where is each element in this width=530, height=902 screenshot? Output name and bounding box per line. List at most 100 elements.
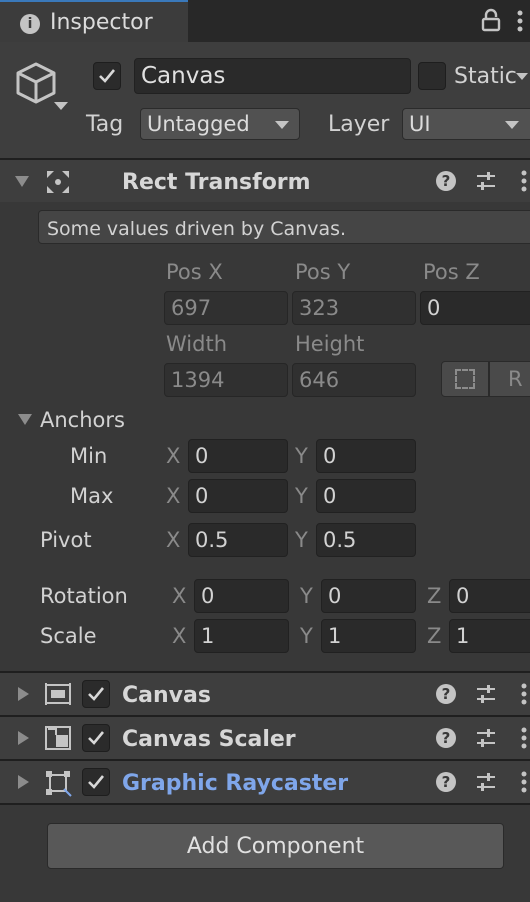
- static-dropdown-caret[interactable]: [516, 73, 528, 80]
- pos-y-value: 323: [299, 296, 340, 320]
- anchor-min-y-field[interactable]: 0: [316, 439, 416, 473]
- rotation-z-field[interactable]: 0: [449, 579, 530, 613]
- divider: [0, 803, 530, 805]
- add-component-label: Add Component: [186, 834, 365, 859]
- blueprint-icon: [455, 369, 475, 389]
- foldout-arrow-icon[interactable]: [15, 176, 29, 187]
- anchor-max-x-field[interactable]: 0: [188, 479, 288, 513]
- rect-transform-header[interactable]: Rect Transform ?: [0, 160, 530, 202]
- scale-z-field[interactable]: 1: [449, 619, 530, 653]
- active-checkbox[interactable]: [93, 62, 121, 90]
- anchor-max-y-value: 0: [323, 484, 337, 508]
- component-title-link[interactable]: Graphic Raycaster: [122, 771, 348, 796]
- help-icon[interactable]: ?: [436, 728, 456, 748]
- scale-y-label: Y: [300, 624, 313, 648]
- component-title: Canvas Scaler: [122, 727, 296, 752]
- foldout-arrow-icon[interactable]: [18, 731, 29, 745]
- height-label: Height: [295, 332, 365, 356]
- chevron-down-icon: [275, 121, 289, 129]
- preset-sliders-icon[interactable]: [475, 170, 497, 192]
- pivot-x-value: 0.5: [195, 528, 229, 552]
- graphic-raycaster-component-header[interactable]: Graphic Raycaster ?: [0, 761, 530, 803]
- scale-label: Scale: [40, 624, 97, 648]
- anchor-min-label: Min: [70, 444, 108, 468]
- scale-x-label: X: [172, 624, 187, 648]
- pos-x-label: Pos X: [166, 260, 223, 284]
- anchor-max-y-field[interactable]: 0: [316, 479, 416, 513]
- anchors-label[interactable]: Anchors: [40, 410, 125, 431]
- kebab-menu-icon[interactable]: [520, 727, 528, 749]
- pivot-y-label: Y: [295, 528, 308, 552]
- help-icon[interactable]: ?: [436, 772, 456, 792]
- tag-dropdown[interactable]: Untagged: [140, 108, 300, 140]
- kebab-menu-icon[interactable]: [520, 683, 528, 705]
- layer-label: Layer: [328, 112, 390, 137]
- blueprint-mode-button[interactable]: [441, 361, 489, 397]
- pivot-x-label: X: [166, 528, 181, 552]
- component-title: Canvas: [122, 683, 211, 708]
- component-title: Rect Transform: [122, 170, 311, 195]
- scale-z-value: 1: [456, 624, 470, 648]
- preset-sliders-icon[interactable]: [475, 683, 497, 705]
- rotation-y-field[interactable]: 0: [321, 579, 416, 613]
- lock-icon[interactable]: [480, 8, 502, 32]
- tab-inspector[interactable]: i Inspector: [0, 0, 188, 42]
- canvas-scaler-component-header[interactable]: Canvas Scaler ?: [0, 717, 530, 759]
- anchors-foldout-arrow-icon[interactable]: [18, 414, 32, 425]
- canvas-scaler-enabled-checkbox[interactable]: [82, 724, 110, 752]
- anchor-min-y-label: Y: [295, 444, 308, 468]
- anchor-max-label: Max: [70, 484, 114, 508]
- width-field[interactable]: 1394: [164, 363, 288, 397]
- pos-x-field[interactable]: 697: [164, 291, 288, 325]
- info-icon: i: [20, 14, 40, 34]
- help-icon[interactable]: ?: [436, 684, 456, 704]
- height-field[interactable]: 646: [292, 363, 416, 397]
- anchor-min-x-field[interactable]: 0: [188, 439, 288, 473]
- kebab-menu-icon[interactable]: [520, 771, 528, 793]
- pivot-label: Pivot: [40, 528, 92, 552]
- pivot-x-field[interactable]: 0.5: [188, 523, 288, 557]
- gameobject-cube-icon[interactable]: [14, 60, 72, 116]
- canvas-component-header[interactable]: Canvas ?: [0, 673, 530, 715]
- chevron-down-icon: [505, 121, 519, 129]
- scale-y-value: 1: [328, 624, 342, 648]
- scale-x-value: 1: [201, 624, 215, 648]
- pos-x-value: 697: [171, 296, 212, 320]
- help-icon[interactable]: ?: [436, 171, 456, 191]
- foldout-arrow-icon[interactable]: [18, 775, 29, 789]
- scale-y-field[interactable]: 1: [321, 619, 416, 653]
- preset-sliders-icon[interactable]: [475, 727, 497, 749]
- static-checkbox[interactable]: [418, 62, 446, 90]
- anchor-min-x-value: 0: [195, 444, 209, 468]
- raw-edit-button[interactable]: R: [489, 361, 530, 397]
- canvas-scaler-icon: [44, 725, 72, 751]
- pos-y-field[interactable]: 323: [292, 291, 416, 325]
- add-component-button[interactable]: Add Component: [47, 823, 504, 869]
- scale-z-label: Z: [427, 624, 442, 648]
- canvas-enabled-checkbox[interactable]: [82, 680, 110, 708]
- anchor-max-y-label: Y: [295, 484, 308, 508]
- anchor-max-x-label: X: [166, 484, 181, 508]
- width-value: 1394: [171, 368, 225, 392]
- object-name-field[interactable]: Canvas: [134, 58, 411, 94]
- tag-label: Tag: [86, 112, 124, 137]
- kebab-menu-icon[interactable]: [520, 170, 528, 192]
- info-text: Some values driven by Canvas.: [47, 218, 347, 240]
- kebab-menu-icon[interactable]: [516, 10, 524, 32]
- rotation-label: Rotation: [40, 584, 128, 608]
- pos-z-field[interactable]: 0: [420, 291, 530, 325]
- preset-sliders-icon[interactable]: [475, 771, 497, 793]
- rotation-z-value: 0: [456, 584, 470, 608]
- graphic-raycaster-enabled-checkbox[interactable]: [82, 768, 110, 796]
- rotation-x-field[interactable]: 0: [194, 579, 289, 613]
- scale-x-field[interactable]: 1: [194, 619, 289, 653]
- tag-value: Untagged: [147, 112, 250, 136]
- static-label: Static: [454, 64, 517, 89]
- layer-dropdown[interactable]: UI: [402, 108, 530, 140]
- tab-title: Inspector: [50, 10, 153, 35]
- foldout-arrow-icon[interactable]: [18, 687, 29, 701]
- anchor-max-x-value: 0: [195, 484, 209, 508]
- pivot-y-field[interactable]: 0.5: [316, 523, 416, 557]
- rotation-y-label: Y: [300, 584, 313, 608]
- raw-edit-label: R: [508, 367, 523, 391]
